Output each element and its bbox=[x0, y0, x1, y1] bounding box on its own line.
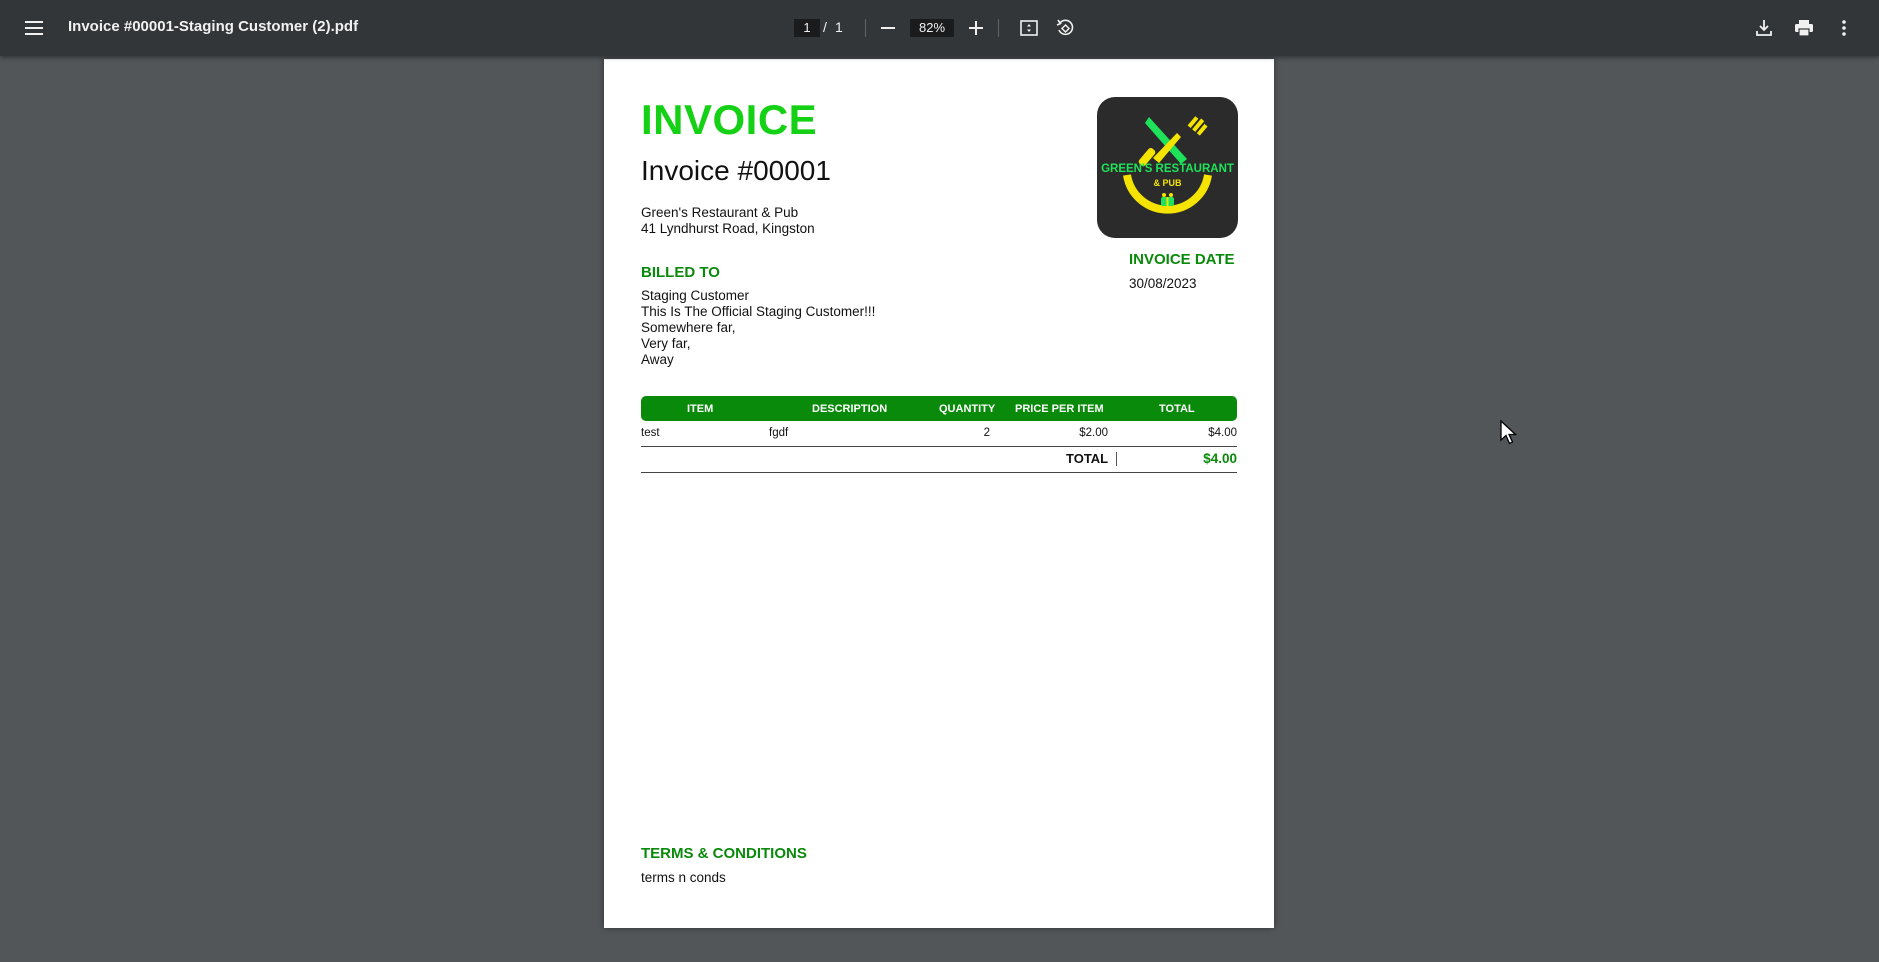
sender-name: Green's Restaurant & Pub bbox=[641, 205, 799, 220]
fit-page-icon bbox=[1020, 20, 1038, 36]
zoom-out-button[interactable] bbox=[870, 10, 906, 46]
knife-icon bbox=[1138, 117, 1187, 167]
toolbar-divider bbox=[998, 19, 999, 37]
items-table-header: ITEM DESCRIPTION QUANTITY PRICE PER ITEM… bbox=[641, 396, 1237, 421]
invoice-heading: INVOICE bbox=[641, 96, 818, 143]
total-pages: 1 bbox=[835, 19, 843, 35]
cell-description: fgdf bbox=[769, 427, 789, 439]
cell-price: $2.00 bbox=[1079, 427, 1108, 439]
grand-total-label: TOTAL bbox=[1066, 451, 1109, 466]
more-vert-icon bbox=[1842, 20, 1846, 36]
page-separator: / bbox=[823, 19, 827, 35]
print-icon bbox=[1795, 20, 1813, 36]
column-header-price: PRICE PER ITEM bbox=[1015, 403, 1104, 415]
menu-button[interactable] bbox=[16, 10, 52, 46]
rotate-icon bbox=[1056, 19, 1074, 36]
cell-total: $4.00 bbox=[1208, 427, 1237, 439]
total-separator bbox=[1116, 452, 1117, 466]
grand-total-value: $4.00 bbox=[1203, 451, 1237, 466]
billed-to-label: BILLED TO bbox=[641, 264, 720, 281]
logo-text-line1: GREEN'S RESTAURANT bbox=[1101, 163, 1234, 175]
billed-to-line: Away bbox=[641, 352, 674, 367]
sender-address: 41 Lyndhurst Road, Kingston bbox=[641, 221, 815, 236]
restaurant-logo: GREEN'S RESTAURANT & PUB bbox=[1097, 97, 1238, 238]
fit-to-page-button[interactable] bbox=[1011, 10, 1047, 46]
column-header-total: TOTAL bbox=[1159, 403, 1195, 415]
total-divider bbox=[641, 472, 1237, 473]
column-header-item: ITEM bbox=[687, 403, 714, 415]
download-button[interactable] bbox=[1746, 10, 1782, 46]
menu-icon bbox=[25, 21, 43, 35]
column-header-description: DESCRIPTION bbox=[812, 403, 888, 415]
download-icon bbox=[1756, 20, 1772, 36]
zoom-in-button[interactable] bbox=[958, 10, 994, 46]
current-page-input[interactable]: 1 bbox=[794, 19, 820, 37]
terms-label: TERMS & CONDITIONS bbox=[641, 845, 807, 862]
toolbar-divider bbox=[865, 19, 866, 37]
more-actions-button[interactable] bbox=[1826, 10, 1862, 46]
pdf-page: INVOICE Invoice #00001 Green's Restauran… bbox=[604, 59, 1274, 928]
logo-text-line2: & PUB bbox=[1153, 178, 1182, 188]
billed-to-line: This Is The Official Staging Customer!!! bbox=[641, 304, 876, 319]
cell-quantity: 2 bbox=[983, 427, 990, 439]
billed-to-line: Very far, bbox=[641, 336, 691, 351]
zoom-out-icon bbox=[881, 27, 895, 29]
document-title: Invoice #00001-Staging Customer (2).pdf bbox=[68, 18, 359, 35]
rotate-button[interactable] bbox=[1047, 10, 1083, 46]
zoom-level-input[interactable]: 82% bbox=[910, 19, 954, 37]
print-button[interactable] bbox=[1786, 10, 1822, 46]
invoice-date-value: 30/08/2023 bbox=[1129, 276, 1197, 291]
pdf-toolbar: Invoice #00001-Staging Customer (2).pdf … bbox=[0, 0, 1879, 56]
row-divider bbox=[641, 446, 1237, 447]
terms-text: terms n conds bbox=[641, 870, 726, 885]
mouse-cursor-icon bbox=[1500, 420, 1518, 445]
invoice-date-label: INVOICE DATE bbox=[1129, 251, 1235, 268]
billed-to-line: Staging Customer bbox=[641, 288, 750, 303]
invoice-number: Invoice #00001 bbox=[641, 155, 831, 186]
billed-to-line: Somewhere far, bbox=[641, 320, 736, 335]
zoom-in-icon bbox=[969, 21, 983, 35]
column-header-quantity: QUANTITY bbox=[939, 403, 996, 415]
logo-graphic: GREEN'S RESTAURANT & PUB bbox=[1101, 116, 1234, 214]
pub-icon bbox=[1161, 193, 1174, 206]
cell-item: test bbox=[641, 427, 660, 439]
